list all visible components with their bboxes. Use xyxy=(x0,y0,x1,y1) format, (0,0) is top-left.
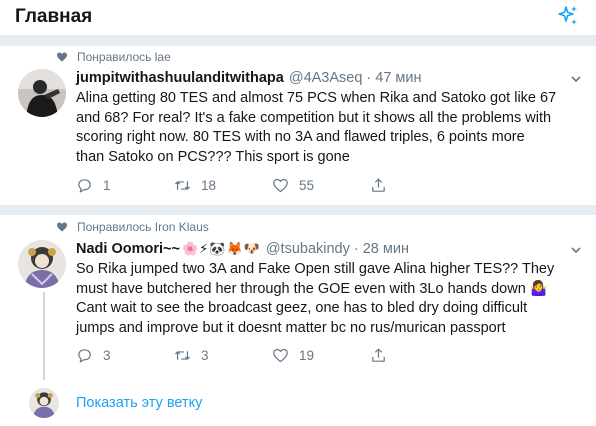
tweet-line: Alina getting 80 TES and almost 75 PCS w… xyxy=(76,90,557,106)
page-title: Главная xyxy=(15,6,93,27)
tweet-line: scoring right now. 80 TES with no 3A and… xyxy=(76,129,525,145)
tweet-divider xyxy=(0,205,596,215)
tweet-actions: 3 3 19 xyxy=(76,347,546,367)
header: Главная xyxy=(0,0,596,36)
like-count: 55 xyxy=(299,178,315,193)
tweet-line: So Rika jumped two 3A and Fake Open stil… xyxy=(76,261,555,277)
like-button[interactable]: 55 xyxy=(272,177,314,194)
reply-count: 3 xyxy=(103,348,111,363)
tweet-header: Nadi Oomori~~ 🌸⚡🐼🦊🐶 @tsubakindy · 28 мин xyxy=(76,241,409,257)
tweet-text: So Rika jumped two 3A and Fake Open stil… xyxy=(76,260,588,338)
separator-dot: · xyxy=(366,70,372,86)
tweet-header: jumpitwithashuulanditwithapa @4A3Aseq · … xyxy=(76,70,422,86)
retweet-button[interactable]: 3 xyxy=(174,347,209,364)
heart-outline-icon xyxy=(273,178,288,193)
tweet-line: jumps and improve but it doesnt matter b… xyxy=(76,319,506,336)
share-icon xyxy=(372,178,385,192)
separator-dot: · xyxy=(353,241,359,257)
retweet-icon xyxy=(174,351,191,360)
social-context: Понравилось Iron Klaus xyxy=(56,220,209,234)
timestamp[interactable]: 47 мин xyxy=(375,70,421,86)
tweet-line: must have butchered her through the GOE … xyxy=(76,280,548,297)
avatar[interactable] xyxy=(18,240,66,288)
tweet-line: and 68? For real? It's a fake competitio… xyxy=(76,109,552,126)
reply-icon xyxy=(78,179,91,193)
reply-icon xyxy=(78,349,91,363)
heart-icon xyxy=(57,222,67,232)
timestamp[interactable]: 28 мин xyxy=(363,241,409,257)
thread-avatar[interactable] xyxy=(29,388,59,418)
display-name[interactable]: Nadi Oomori~~ xyxy=(76,241,180,257)
tweet-line: than Satoko on PCS??? This sport is gone xyxy=(76,148,350,165)
header-divider xyxy=(0,36,596,46)
avatar[interactable] xyxy=(18,69,66,117)
show-thread-link[interactable]: Показать эту ветку xyxy=(76,395,202,411)
social-context-label: Понравилось Iron Klaus xyxy=(77,220,209,234)
tweet-line: Cant wait to see the broadcast geez, one… xyxy=(76,300,528,316)
share-button[interactable] xyxy=(370,177,387,194)
share-icon xyxy=(372,348,385,362)
tweet-text: Alina getting 80 TES and almost 75 PCS w… xyxy=(76,89,588,167)
chevron-down-icon[interactable] xyxy=(570,244,582,256)
chevron-down-icon[interactable] xyxy=(570,73,582,85)
like-button[interactable]: 19 xyxy=(272,347,314,364)
social-context: Понравилось lae xyxy=(56,50,171,64)
thread-line xyxy=(43,292,45,380)
display-name[interactable]: jumpitwithashuulanditwithapa xyxy=(76,70,284,86)
retweet-count: 3 xyxy=(201,348,209,363)
like-count: 19 xyxy=(299,348,315,363)
handle[interactable]: @tsubakindy xyxy=(266,241,350,257)
handle[interactable]: @4A3Aseq xyxy=(289,70,363,86)
retweet-icon xyxy=(174,181,191,190)
tweet-actions: 1 18 55 xyxy=(76,177,546,197)
heart-outline-icon xyxy=(273,348,288,363)
retweet-button[interactable]: 18 xyxy=(174,177,216,194)
reply-button[interactable]: 3 xyxy=(76,347,111,364)
name-emoji: 🌸⚡🐼🦊🐶 xyxy=(181,241,261,257)
sparkle-icon[interactable] xyxy=(556,4,580,28)
share-button[interactable] xyxy=(370,347,387,364)
reply-button[interactable]: 1 xyxy=(76,177,111,194)
social-context-label: Понравилось lae xyxy=(77,50,171,64)
reply-count: 1 xyxy=(103,178,111,193)
retweet-count: 18 xyxy=(201,178,217,193)
heart-icon xyxy=(57,52,67,62)
